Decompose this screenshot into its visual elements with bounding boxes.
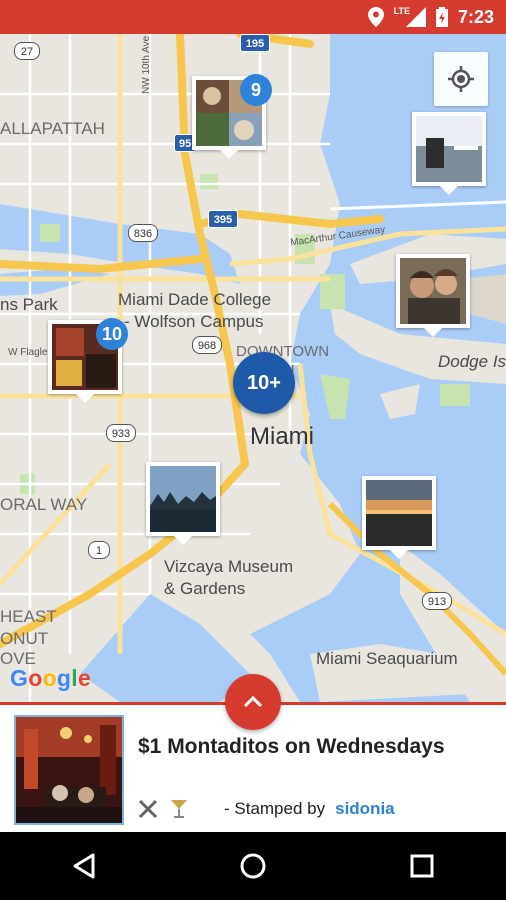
route-shield-395: 395	[208, 210, 238, 228]
photo-marker-bay[interactable]	[412, 112, 486, 195]
android-nav-bar	[0, 832, 506, 900]
stamped-by-label: - Stamped by	[224, 799, 326, 818]
status-time: 7:23	[457, 6, 494, 27]
restaurant-icon	[138, 799, 158, 819]
map-label-college-1: Miami Dade College	[118, 290, 272, 309]
marker-photo	[366, 480, 432, 546]
cluster-marker-downtown[interactable]: 10+	[233, 352, 295, 414]
back-icon	[73, 853, 95, 879]
crosshair-icon	[448, 66, 474, 92]
route-shield-836: 836	[128, 224, 158, 242]
cluster-count-badge: 9	[240, 74, 272, 106]
my-location-button[interactable]	[434, 52, 488, 106]
stamp-meta: - Stamped by sidonia	[138, 799, 395, 819]
photo-marker-palms[interactable]	[146, 462, 220, 545]
stamp-photo	[16, 717, 122, 823]
route-shield-us1: 1	[88, 541, 110, 559]
route-shield-933: 933	[106, 424, 136, 442]
photo-cluster-marker-left[interactable]: 10	[48, 318, 128, 403]
map-view[interactable]: ALLAPATTAH ns Park Miami Dade College - …	[0, 34, 506, 702]
stamper-username-link[interactable]: sidonia	[335, 799, 395, 819]
battery-icon	[435, 7, 448, 27]
stamp-thumbnail[interactable]	[14, 715, 124, 825]
map-label-onut: ONUT	[0, 629, 49, 648]
photo-cluster-marker[interactable]: 9	[192, 74, 272, 159]
network-type: LTE	[393, 6, 410, 16]
route-shield-195: 195	[240, 34, 270, 52]
back-button[interactable]	[54, 836, 114, 896]
map-label-dodge-island: Dodge Is	[438, 352, 506, 371]
photo-marker-sunset[interactable]	[362, 476, 436, 559]
marker-photo	[416, 116, 482, 182]
photo-marker-friends[interactable]	[396, 254, 470, 337]
map-label-vizcaya-2: & Gardens	[164, 579, 246, 598]
expand-card-button[interactable]	[225, 674, 281, 730]
map-label-college-2: - Wolfson Campus	[124, 312, 264, 331]
status-bar: LTE 7:23	[0, 0, 506, 34]
map-label-w-flagler: W Flagler	[8, 347, 51, 358]
map-label-seaquarium: Miami Seaquarium	[316, 649, 458, 668]
map-label-nw10: NW 10th Ave	[141, 35, 152, 94]
cluster-count-badge: 10	[96, 318, 128, 350]
stamp-title[interactable]: $1 Montaditos on Wednesdays	[138, 735, 445, 759]
map-label-park: ns Park	[0, 295, 58, 314]
map-label-allapattah: ALLAPATTAH	[0, 119, 105, 138]
chevron-up-icon	[243, 695, 263, 708]
marker-photo	[150, 466, 216, 532]
location-icon	[367, 7, 384, 27]
recents-icon	[410, 854, 434, 878]
cocktail-icon	[171, 800, 187, 818]
recents-button[interactable]	[392, 836, 452, 896]
map-label-vizcaya-1: Vizcaya Museum	[164, 557, 294, 576]
home-icon	[240, 853, 266, 879]
route-shield-913: 913	[422, 592, 452, 610]
map-label-heast: HEAST	[0, 607, 57, 626]
marker-photo	[400, 258, 466, 324]
route-shield-27: 27	[14, 42, 40, 60]
map-label-miami: Miami	[250, 423, 314, 450]
route-shield-968: 968	[192, 336, 222, 354]
google-logo: Google	[10, 665, 92, 691]
home-button[interactable]	[223, 836, 283, 896]
map-label-coral-way: ORAL WAY	[0, 495, 88, 514]
